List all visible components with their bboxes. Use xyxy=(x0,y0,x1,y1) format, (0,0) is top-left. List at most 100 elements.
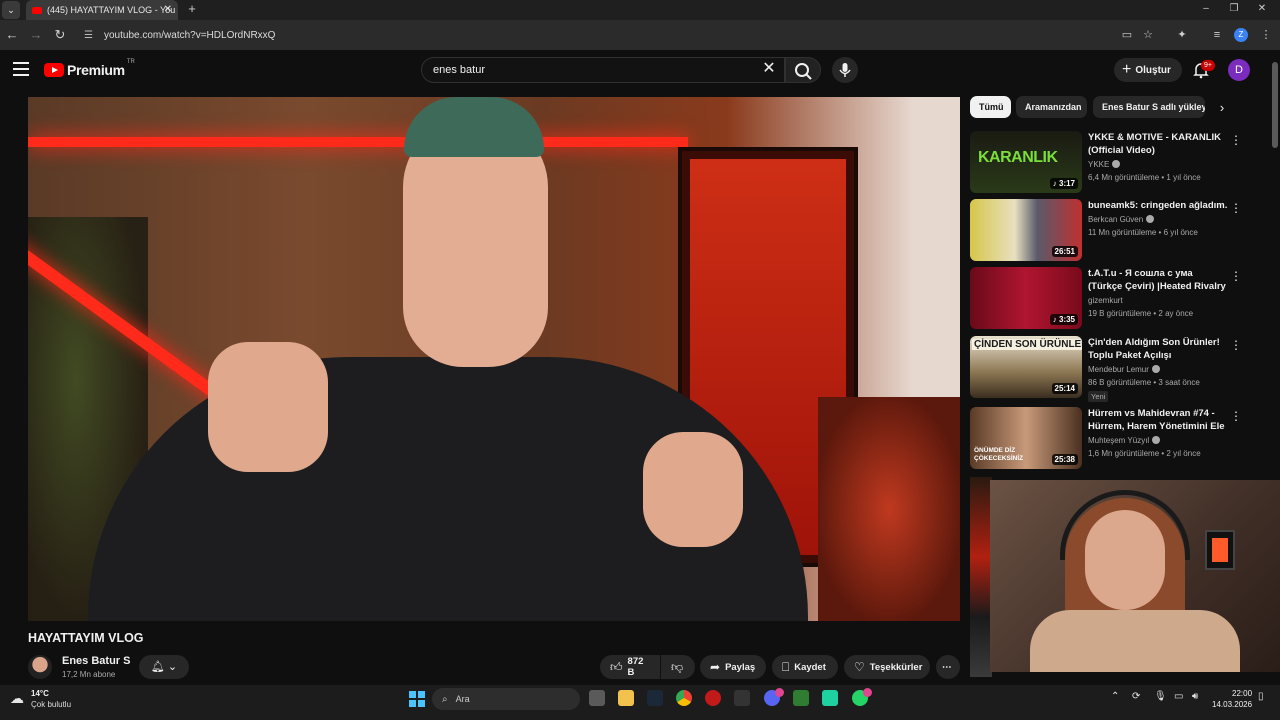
page-scrollbar[interactable] xyxy=(1272,62,1278,148)
dislike-button[interactable]: 👎︎ xyxy=(661,655,695,679)
youtube-premium-logo[interactable]: Premium TR xyxy=(44,59,135,78)
recommendation-thumbnail-partial[interactable] xyxy=(970,477,992,677)
clock-time[interactable]: 22:00 xyxy=(1232,689,1252,698)
account-avatar[interactable]: D xyxy=(1228,59,1250,81)
recommendation-item[interactable]: 26:51 buneamk5: cringeden ağladım. Berkc… xyxy=(970,199,1260,265)
forward-arrow-icon[interactable]: → xyxy=(28,27,44,43)
reload-icon[interactable]: ↻ xyxy=(52,27,68,43)
notification-center-icon[interactable]: ▯ xyxy=(1258,691,1264,702)
back-arrow-icon[interactable]: ← xyxy=(4,27,20,43)
clock-date[interactable]: 14.03.2026 xyxy=(1212,700,1252,709)
window-close-icon[interactable]: ✕ xyxy=(1242,0,1280,20)
discord-notification-badge xyxy=(775,688,784,697)
save-button[interactable]: ⎕ Kaydet xyxy=(772,655,838,679)
file-explorer-icon[interactable] xyxy=(618,690,634,706)
weather-description[interactable]: Çok bulutlu xyxy=(31,700,71,709)
bookmark-star-icon[interactable]: ☆ xyxy=(1141,28,1155,42)
new-tab-plus-icon[interactable]: + xyxy=(184,1,200,17)
recommendation-channel[interactable]: Muhteşem Yüzyıl xyxy=(1088,436,1161,445)
opera-gx-icon[interactable] xyxy=(705,690,721,706)
more-actions-button[interactable]: ⋯ xyxy=(936,655,960,679)
video-thumbnail[interactable]: KARANLIK ♪ 3:17 xyxy=(970,131,1082,193)
more-vertical-icon[interactable]: ⋮ xyxy=(1230,133,1242,147)
recommendation-title[interactable]: buneamk5: cringeden ağladım. xyxy=(1088,199,1228,212)
voice-search-button[interactable] xyxy=(832,57,858,83)
nvidia-icon[interactable] xyxy=(793,690,809,706)
verified-icon xyxy=(1146,215,1155,223)
video-title: HAYATTAYIM VLOG xyxy=(28,631,144,645)
chip-from-search[interactable]: Aramanızdan xyxy=(1016,96,1087,118)
weather-temperature[interactable]: 14°C xyxy=(31,689,49,698)
volume-icon[interactable]: 🔊︎ xyxy=(1192,691,1198,702)
extensions-puzzle-icon[interactable]: ✦ xyxy=(1175,28,1189,42)
app-icon[interactable] xyxy=(822,690,838,706)
channel-avatar[interactable] xyxy=(28,655,52,679)
subscription-bell-button[interactable]: 🔔︎ ⌄ xyxy=(139,655,189,679)
video-thumbnail[interactable]: 26:51 xyxy=(970,199,1082,261)
more-vertical-icon[interactable]: ⋮ xyxy=(1230,409,1242,423)
thumbnail-text: ÇİNDEN SON ÜRÜNLER xyxy=(972,339,1082,350)
show-hidden-icons-chevron-icon[interactable]: ⌃ xyxy=(1111,691,1119,702)
tab-search-chevron-icon[interactable]: ⌄ xyxy=(2,1,20,19)
recommendation-meta: 6,4 Mn görüntüleme • 1 yıl önce xyxy=(1088,173,1201,182)
recommendation-title[interactable]: YKKE & MOTIVE - KARANLIK (Official Video… xyxy=(1088,131,1228,157)
chip-all[interactable]: Tümü xyxy=(970,96,1011,118)
thanks-button[interactable]: ♡ Teşekkürler xyxy=(844,655,930,679)
more-vertical-icon[interactable]: ⋮ xyxy=(1230,201,1242,215)
browser-tab[interactable]: (445) HAYATTAYIM VLOG - You ✕ xyxy=(26,0,178,20)
address-bar[interactable]: ☰ youtube.com/watch?v=HDLOrdNRxxQ xyxy=(76,25,1166,45)
search-button[interactable] xyxy=(785,57,821,83)
recommendation-item[interactable]: ÇİNDEN SON ÜRÜNLER 25:14 Çin'den Aldığım… xyxy=(970,336,1260,402)
video-frame-left-fist xyxy=(208,342,328,472)
chrome-icon[interactable] xyxy=(676,690,692,706)
recommendation-item[interactable]: ♪ 3:35 t.A.T.u - Я сошла с ума (Türkçe Ç… xyxy=(970,267,1260,333)
windows-start-icon[interactable] xyxy=(409,691,425,707)
recommendation-channel[interactable]: Berkcan Güven xyxy=(1088,215,1155,224)
site-info-icon[interactable]: ☰ xyxy=(84,30,96,41)
terminal-icon[interactable] xyxy=(734,690,750,706)
microphone-tray-icon[interactable]: 🎙︎ xyxy=(1154,691,1167,702)
media-control-icon[interactable]: ≡ xyxy=(1210,28,1224,42)
recommendation-title[interactable]: Hürrem vs Mahidevran #74 - Hürrem, Harem… xyxy=(1088,407,1228,433)
cloudy-weather-icon[interactable]: ☁ xyxy=(10,690,24,707)
tab-title: (445) HAYATTAYIM VLOG - You xyxy=(47,5,176,15)
search-input[interactable]: enes batur xyxy=(421,57,785,83)
search-icon xyxy=(795,63,812,80)
save-label: Kaydet xyxy=(794,661,826,673)
sync-icon[interactable]: ⟳ xyxy=(1132,691,1140,702)
channel-name[interactable]: Enes Batur S xyxy=(62,655,130,667)
cast-icon[interactable]: ▭ xyxy=(1120,28,1134,42)
clear-search-icon[interactable]: ✕ xyxy=(760,60,778,78)
more-vertical-icon[interactable]: ⋮ xyxy=(1230,269,1242,283)
recommendation-channel[interactable]: Mendebur Lemur xyxy=(1088,365,1160,374)
recommendation-channel[interactable]: gizemkurt xyxy=(1088,296,1123,305)
video-thumbnail[interactable]: ÖNÜMDE DİZ ÇÖKECEKSİNİZ 25:38 xyxy=(970,407,1082,469)
like-button[interactable]: 👍︎ 872 B xyxy=(600,655,660,679)
chevron-right-icon[interactable]: › xyxy=(1214,100,1230,116)
recommendation-title[interactable]: Çin'den Aldığım Son Ürünler! Toplu Paket… xyxy=(1088,336,1228,362)
recommendation-channel[interactable]: YKKE xyxy=(1088,160,1121,169)
taskbar-search-input[interactable]: ⌕ Ara xyxy=(432,688,580,710)
share-label: Paylaş xyxy=(725,661,756,673)
steam-icon[interactable] xyxy=(647,690,663,706)
hamburger-menu-icon[interactable] xyxy=(13,62,29,76)
recommendation-title[interactable]: t.A.T.u - Я сошла с ума (Türkçe Çeviri) … xyxy=(1088,267,1228,293)
more-vertical-icon[interactable]: ⋮ xyxy=(1230,338,1242,352)
verified-icon xyxy=(1112,160,1121,168)
recommendation-item[interactable]: ÖNÜMDE DİZ ÇÖKECEKSİNİZ 25:38 Hürrem vs … xyxy=(970,407,1260,473)
browser-profile-avatar[interactable]: Z xyxy=(1234,28,1248,42)
video-thumbnail[interactable]: ♪ 3:35 xyxy=(970,267,1082,329)
chip-from-uploader[interactable]: Enes Batur S adlı yükleyiciden xyxy=(1093,96,1205,118)
network-icon[interactable]: ▭ xyxy=(1174,691,1183,702)
recommendation-meta: 11 Mn görüntüleme • 6 yıl önce xyxy=(1088,228,1198,237)
video-thumbnail[interactable]: ÇİNDEN SON ÜRÜNLER 25:14 xyxy=(970,336,1082,398)
share-button[interactable]: ➦ Paylaş xyxy=(700,655,766,679)
browser-menu-kebab-icon[interactable]: ⋮ xyxy=(1259,28,1273,42)
video-duration: 25:38 xyxy=(1051,454,1078,465)
recommendation-item[interactable]: KARANLIK ♪ 3:17 YKKE & MOTIVE - KARANLIK… xyxy=(970,131,1260,197)
create-button[interactable]: + Oluştur xyxy=(1114,58,1182,82)
whatsapp-notification-badge xyxy=(863,688,872,697)
video-player[interactable] xyxy=(28,97,960,621)
tab-close-icon[interactable]: ✕ xyxy=(164,4,172,15)
task-view-icon[interactable] xyxy=(589,690,605,706)
